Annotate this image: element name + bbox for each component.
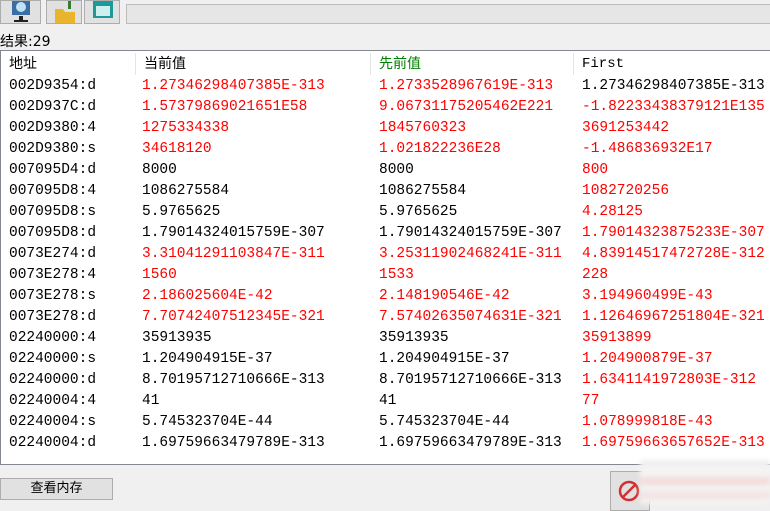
- monitor-search-button[interactable]: [0, 0, 41, 24]
- row-address-cell[interactable]: 0073E278:s: [9, 286, 96, 307]
- row-address-cell[interactable]: 0073E274:d: [9, 244, 96, 265]
- row-address-cell[interactable]: 0073E278:4: [9, 265, 96, 286]
- row-first-cell: 1.6341141972803E-312: [582, 372, 757, 388]
- view-memory-button[interactable]: 查看内存: [0, 478, 113, 500]
- row-address-cell[interactable]: 007095D8:s: [9, 202, 96, 223]
- row-previous-cell: 41: [379, 393, 397, 409]
- row-current-cell: 8.70195712710666E-313: [142, 372, 325, 388]
- row-first-cell: -1.82233438379121E135: [582, 99, 765, 115]
- row-previous-cell: 8000: [379, 162, 414, 178]
- row-current-cell: 1086275584: [142, 183, 230, 199]
- row-current-cell: 8000: [142, 162, 177, 178]
- row-previous-cell: 1.021822236E28: [379, 141, 501, 157]
- row-first-cell: 228: [582, 267, 609, 283]
- row-first-cell: 1.27346298407385E-313: [582, 78, 765, 94]
- row-address-cell[interactable]: 007095D8:d: [9, 223, 96, 244]
- row-current-cell: 1560: [142, 267, 177, 283]
- column-header-address[interactable]: 地址: [1, 53, 136, 75]
- row-address-cell[interactable]: 02240000:s: [9, 349, 96, 370]
- row-first-cell: 800: [582, 162, 609, 178]
- row-first-cell: 4.83914517472728E-312: [582, 246, 765, 262]
- result-count: 结果:29: [0, 34, 51, 50]
- save-icon: [93, 1, 113, 18]
- row-first-cell: 4.28125: [582, 204, 643, 220]
- row-previous-cell: 1.79014324015759E-307: [379, 225, 562, 241]
- row-current-cell: 41: [142, 393, 160, 409]
- row-current-cell: 1.69759663479789E-313: [142, 435, 325, 451]
- row-previous-cell: 7.57402635074631E-321: [379, 309, 562, 325]
- open-folder-icon: [55, 1, 75, 23]
- row-current-cell: 7.70742407512345E-321: [142, 309, 325, 325]
- row-first-cell: 1.12646967251804E-321: [582, 309, 765, 325]
- row-previous-cell: 9.06731175205462E221: [379, 99, 554, 115]
- row-previous-cell: 1.69759663479789E-313: [379, 435, 562, 451]
- row-previous-cell: 35913935: [379, 330, 449, 346]
- row-address-cell[interactable]: 02240000:d: [9, 370, 96, 391]
- open-button[interactable]: [46, 0, 82, 24]
- row-current-cell: 1275334338: [142, 120, 230, 136]
- row-first-cell: 35913899: [582, 330, 652, 346]
- row-previous-cell: 1845760323: [379, 120, 467, 136]
- row-first-cell: 1.69759663657652E-313: [582, 435, 765, 451]
- row-first-cell: 1.79014323875233E-307: [582, 225, 765, 241]
- column-header-current[interactable]: 当前值: [136, 53, 371, 75]
- row-current-cell: 1.27346298407385E-313: [142, 78, 325, 94]
- row-address-cell[interactable]: 02240004:d: [9, 433, 96, 454]
- row-address-cell[interactable]: 002D9354:d: [9, 76, 96, 97]
- row-previous-cell: 5.9765625: [379, 204, 458, 220]
- save-button[interactable]: [84, 0, 120, 24]
- row-current-cell: 35913935: [142, 330, 212, 346]
- no-entry-icon: [618, 480, 640, 502]
- row-previous-cell: 3.25311902468241E-311: [379, 246, 562, 262]
- row-current-cell: 34618120: [142, 141, 212, 157]
- row-current-cell: 1.204904915E-37: [142, 351, 273, 367]
- row-previous-cell: 1.2733528967619E-313: [379, 78, 554, 94]
- row-first-cell: 1082720256: [582, 183, 670, 199]
- row-current-cell: 5.745323704E-44: [142, 414, 273, 430]
- row-address-cell[interactable]: 007095D4:d: [9, 160, 96, 181]
- row-previous-cell: 1.204904915E-37: [379, 351, 510, 367]
- row-address-cell[interactable]: 02240000:4: [9, 328, 96, 349]
- blurred-region: [640, 460, 770, 504]
- row-previous-cell: 8.70195712710666E-313: [379, 372, 562, 388]
- row-previous-cell: 1533: [379, 267, 414, 283]
- row-first-cell: 1.204900879E-37: [582, 351, 713, 367]
- row-address-cell[interactable]: 02240004:s: [9, 412, 96, 433]
- monitor-search-icon: [11, 1, 30, 22]
- column-header-first[interactable]: First: [574, 53, 770, 75]
- row-current-cell: 3.31041291103847E-311: [142, 246, 325, 262]
- results-list[interactable]: 地址 当前值 先前值 First 002D9354:d 1.27346298407…: [0, 50, 770, 465]
- row-address-cell[interactable]: 02240004:4: [9, 391, 96, 412]
- row-address-cell[interactable]: 007095D8:4: [9, 181, 96, 202]
- row-previous-cell: 5.745323704E-44: [379, 414, 510, 430]
- row-current-cell: 5.9765625: [142, 204, 221, 220]
- row-current-cell: 2.186025604E-42: [142, 288, 273, 304]
- row-address-cell[interactable]: 002D9380:s: [9, 139, 96, 160]
- row-current-cell: 1.79014324015759E-307: [142, 225, 325, 241]
- row-previous-cell: 2.148190546E-42: [379, 288, 510, 304]
- column-header-previous[interactable]: 先前值: [371, 53, 574, 75]
- row-previous-cell: 1086275584: [379, 183, 467, 199]
- row-first-cell: -1.486836932E17: [582, 141, 713, 157]
- row-address-cell[interactable]: 002D937C:d: [9, 97, 96, 118]
- row-address-cell[interactable]: 0073E278:d: [9, 307, 96, 328]
- progress-bar: [126, 4, 770, 24]
- row-first-cell: 77: [582, 393, 600, 409]
- row-first-cell: 1.078999818E-43: [582, 414, 713, 430]
- row-first-cell: 3.194960499E-43: [582, 288, 713, 304]
- row-address-cell[interactable]: 002D9380:4: [9, 118, 96, 139]
- row-first-cell: 3691253442: [582, 120, 670, 136]
- row-current-cell: 1.57379869021651E58: [142, 99, 308, 115]
